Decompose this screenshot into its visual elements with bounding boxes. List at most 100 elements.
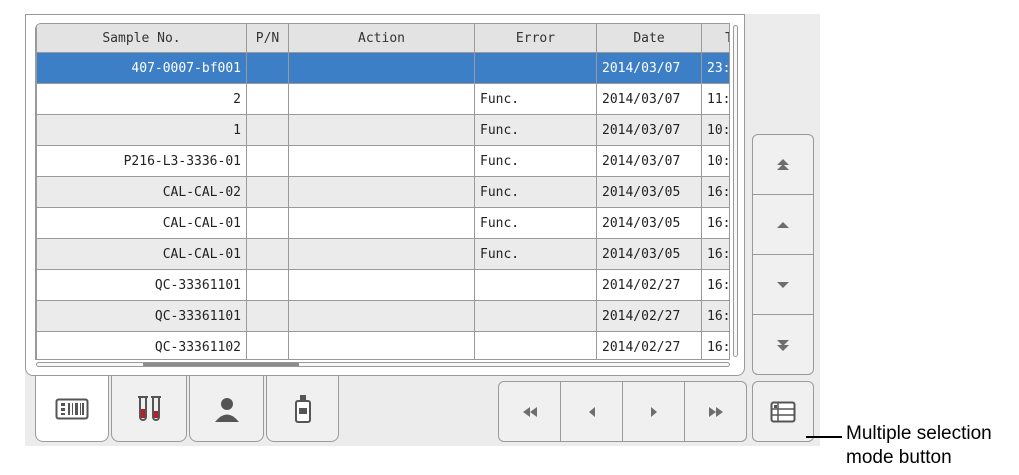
- down-arrow-icon: [777, 281, 789, 288]
- horizontal-scrollbar-thumb[interactable]: [143, 363, 299, 366]
- cell-pn: [246, 52, 289, 84]
- table-row[interactable]: QC-33361101 2014/02/27 16:: [36, 269, 729, 301]
- double-down-arrow-icon: [777, 339, 789, 351]
- scroll-top-button[interactable]: [752, 134, 814, 195]
- table-row[interactable]: CAL-CAL-01 Func. 2014/03/05 16:: [36, 238, 729, 270]
- cell-action: [288, 300, 475, 332]
- table-row[interactable]: 1 Func. 2014/03/07 10:: [36, 114, 729, 146]
- cell-time: 23:: [701, 52, 729, 84]
- list-icon: [770, 401, 796, 422]
- previous-page-button[interactable]: [560, 382, 622, 441]
- double-left-arrow-icon: [522, 406, 537, 417]
- callout-line: [806, 436, 842, 438]
- cell-time: 10:: [701, 114, 729, 146]
- cell-error: [474, 269, 597, 301]
- cell-pn: [246, 331, 289, 359]
- cell-time: 16:: [701, 238, 729, 270]
- scroll-bottom-button[interactable]: [752, 314, 814, 375]
- cell-date: 2014/03/07: [596, 83, 702, 115]
- table-row[interactable]: QC-33361101 2014/02/27 16:: [36, 300, 729, 332]
- cell-pn: [246, 114, 289, 146]
- vertical-scrollbar[interactable]: [733, 25, 738, 357]
- cell-pn: [246, 83, 289, 115]
- cell-time: 16:: [701, 207, 729, 239]
- column-header-action[interactable]: Action: [288, 24, 475, 53]
- double-right-arrow-icon: [708, 406, 723, 417]
- cell-date: 2014/03/07: [596, 52, 702, 84]
- barcode-card-icon: [55, 398, 89, 419]
- tab-patient[interactable]: [189, 376, 264, 442]
- cell-pn: [246, 269, 289, 301]
- column-header-sample-no[interactable]: Sample No.: [36, 24, 247, 53]
- cell-time: 16:: [701, 269, 729, 301]
- sample-list-table: Sample No. P/N Action Error Date T 407-0…: [35, 23, 730, 360]
- cell-action: [288, 114, 475, 146]
- cell-date: 2014/03/07: [596, 114, 702, 146]
- next-page-button[interactable]: [622, 382, 684, 441]
- cell-error: Func.: [474, 207, 597, 239]
- table-row[interactable]: CAL-CAL-02 Func. 2014/03/05 16:: [36, 176, 729, 208]
- cell-sample-no: CAL-CAL-01: [36, 207, 247, 239]
- cell-sample-no: 1: [36, 114, 247, 146]
- cell-action: [288, 269, 475, 301]
- cell-date: 2014/03/07: [596, 145, 702, 177]
- cell-date: 2014/02/27: [596, 300, 702, 332]
- cell-action: [288, 207, 475, 239]
- cell-sample-no: QC-33361101: [36, 269, 247, 301]
- multiple-selection-mode-button[interactable]: [752, 381, 814, 442]
- cell-time: 11:: [701, 83, 729, 115]
- cell-sample-no: 2: [36, 83, 247, 115]
- tab-sample-list[interactable]: [35, 376, 109, 442]
- cell-time: 16:: [701, 331, 729, 359]
- cell-action: [288, 83, 475, 115]
- cell-pn: [246, 238, 289, 270]
- cell-error: Func.: [474, 145, 597, 177]
- cell-sample-no: 407-0007-bf001: [36, 52, 247, 84]
- last-page-button[interactable]: [684, 382, 746, 441]
- cell-date: 2014/03/05: [596, 238, 702, 270]
- cell-date: 2014/02/27: [596, 331, 702, 359]
- cell-time: 16:: [701, 176, 729, 208]
- cell-date: 2014/02/27: [596, 269, 702, 301]
- cell-action: [288, 238, 475, 270]
- tab-specimen[interactable]: [111, 376, 187, 442]
- cell-action: [288, 176, 475, 208]
- callout-label-line1: Multiple selection: [846, 423, 992, 444]
- table-row[interactable]: CAL-CAL-01 Func. 2014/03/05 16:: [36, 207, 729, 239]
- horizontal-scrollbar[interactable]: [36, 362, 730, 367]
- person-icon: [214, 397, 239, 422]
- cell-error: [474, 331, 597, 359]
- first-page-button[interactable]: [499, 382, 560, 441]
- cell-pn: [246, 300, 289, 332]
- cell-error: Func.: [474, 83, 597, 115]
- column-header-pn[interactable]: P/N: [246, 24, 289, 53]
- table-row[interactable]: P216-L3-3336-01 Func. 2014/03/07 10:: [36, 145, 729, 177]
- double-up-arrow-icon: [777, 158, 789, 170]
- cell-error: [474, 300, 597, 332]
- scroll-up-button[interactable]: [752, 194, 814, 255]
- tab-reagent[interactable]: [266, 376, 339, 442]
- cell-sample-no: P216-L3-3336-01: [36, 145, 247, 177]
- column-header-date[interactable]: Date: [596, 24, 702, 53]
- cell-date: 2014/03/05: [596, 207, 702, 239]
- cell-sample-no: QC-33361102: [36, 331, 247, 359]
- cell-action: [288, 52, 475, 84]
- scroll-down-button[interactable]: [752, 254, 814, 315]
- left-arrow-icon: [588, 406, 595, 417]
- bottle-icon: [294, 394, 311, 423]
- cell-date: 2014/03/05: [596, 176, 702, 208]
- column-header-error[interactable]: Error: [474, 24, 597, 53]
- cell-error: [474, 52, 597, 84]
- cell-pn: [246, 207, 289, 239]
- column-header-time[interactable]: T: [701, 24, 729, 53]
- cell-sample-no: CAL-CAL-02: [36, 176, 247, 208]
- cell-time: 16:: [701, 300, 729, 332]
- table-row-selected[interactable]: 407-0007-bf001 2014/03/07 23:: [36, 52, 729, 84]
- table-row[interactable]: QC-33361102 2014/02/27 16:: [36, 331, 729, 359]
- cell-error: Func.: [474, 238, 597, 270]
- cell-sample-no: CAL-CAL-01: [36, 238, 247, 270]
- callout-label-line2: mode button: [846, 447, 952, 468]
- test-tubes-icon: [138, 395, 161, 421]
- cell-error: Func.: [474, 114, 597, 146]
- table-row[interactable]: 2 Func. 2014/03/07 11:: [36, 83, 729, 115]
